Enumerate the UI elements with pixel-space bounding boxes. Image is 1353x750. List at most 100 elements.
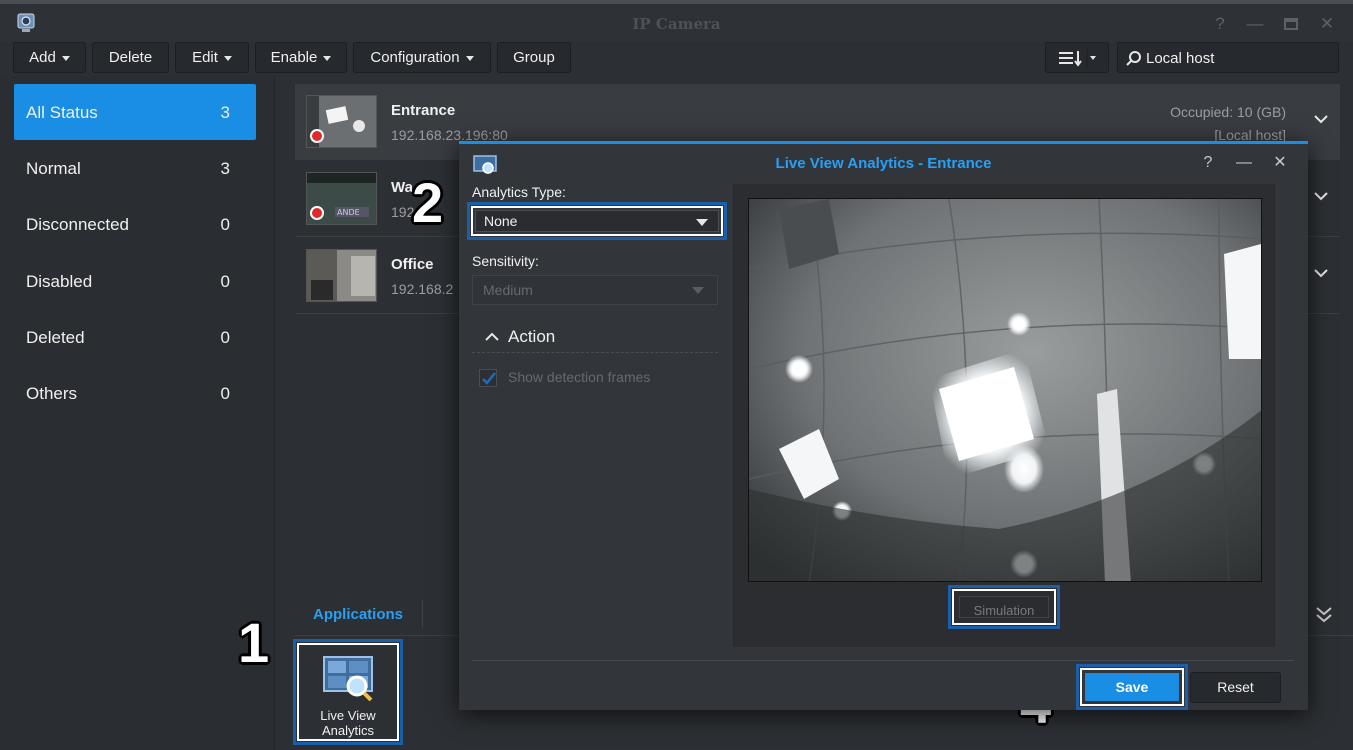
dropdown-arrow-icon (692, 287, 704, 294)
tab-applications[interactable]: Applications (313, 606, 403, 623)
office-snapshot-image (307, 250, 376, 301)
add-label: Add (29, 49, 56, 66)
dialog-title: Live View Analytics - Entrance (775, 155, 992, 172)
camera-name: Entrance (391, 102, 456, 119)
ceiling-camera-view (749, 199, 1261, 581)
sort-icon (1059, 49, 1096, 68)
status-sidebar: All Status 3 Normal 3 Disconnected 0 Dis… (0, 76, 274, 750)
analytics-type-value: None (475, 210, 719, 232)
group-label: Group (513, 49, 555, 66)
sidebar-item-count: 0 (220, 384, 230, 403)
app-tile-label-line2: Analytics (321, 723, 375, 738)
sidebar-item-normal[interactable]: Normal 3 (14, 140, 256, 196)
sidebar-item-label: Deleted (26, 328, 85, 347)
camera-thumbnail (306, 249, 377, 302)
live-view-analytics-app-tile[interactable]: Live View Analytics (293, 639, 403, 745)
dialog-divider (472, 660, 1294, 661)
chevron-down-icon[interactable] (1314, 266, 1328, 280)
camera-name: Wa (391, 179, 413, 196)
sensitivity-select[interactable]: Medium (472, 275, 718, 305)
analytics-type-label: Analytics Type: (472, 184, 566, 200)
live-preview-image (748, 198, 1262, 582)
sidebar-item-count: 3 (220, 103, 230, 122)
sensitivity-label: Sensitivity: (472, 253, 539, 269)
sidebar-item-deleted[interactable]: Deleted 0 (14, 309, 256, 365)
svg-text:ANDE: ANDE (337, 208, 360, 217)
sensitivity-value: Medium (472, 275, 718, 305)
maximize-icon[interactable] (1279, 12, 1303, 36)
chevron-down-icon[interactable] (1314, 189, 1328, 203)
title-bar: IP Camera ? — ✕ (0, 0, 1353, 42)
divider (422, 600, 423, 628)
edit-button[interactable]: Edit (175, 42, 249, 73)
edit-label: Edit (192, 49, 218, 66)
sidebar-item-count: 0 (220, 272, 230, 291)
camera-ip: 192.168.2 (391, 281, 454, 297)
step-marker-1: 1 (238, 611, 270, 674)
camera-storage: Occupied: 10 (GB) (1170, 104, 1286, 120)
chevron-down-icon[interactable] (1314, 112, 1328, 126)
close-icon[interactable]: ✕ (1315, 12, 1339, 36)
reset-button[interactable]: Reset (1190, 672, 1281, 703)
caret-down-icon (465, 55, 474, 61)
save-button[interactable]: Save (1076, 664, 1188, 710)
sidebar-item-count: 3 (220, 159, 230, 178)
minimize-icon[interactable]: — (1243, 12, 1267, 36)
dropdown-arrow-icon (696, 219, 708, 226)
camera-thumbnail (306, 95, 377, 148)
simulation-label: Simulation (959, 596, 1049, 618)
sidebar-item-count: 0 (220, 328, 230, 347)
camera-thumbnail: ANDE (306, 172, 377, 225)
camera-name: Office (391, 256, 434, 273)
caret-down-icon (61, 55, 70, 61)
app-tile-label-line1: Live View (320, 708, 376, 723)
step-marker-2: 2 (412, 171, 444, 234)
simulation-button[interactable]: Simulation (948, 585, 1060, 629)
caret-down-icon (323, 55, 332, 61)
delete-label: Delete (108, 49, 153, 66)
sidebar-item-all-status[interactable]: All Status 3 (14, 84, 256, 140)
sidebar-item-disconnected[interactable]: Disconnected 0 (14, 196, 256, 252)
action-section-header[interactable]: Action (472, 325, 718, 353)
configuration-button[interactable]: Configuration (353, 42, 491, 73)
search-icon (1126, 51, 1141, 66)
group-button[interactable]: Group (497, 42, 571, 73)
add-button[interactable]: Add (13, 42, 86, 73)
minimize-icon[interactable]: — (1233, 152, 1255, 174)
search-box[interactable] (1117, 42, 1339, 73)
live-view-analytics-icon (323, 656, 373, 702)
recording-indicator-icon (310, 129, 324, 143)
close-icon[interactable]: ✕ (1269, 152, 1291, 174)
sort-button[interactable] (1045, 42, 1109, 73)
app-tile-label: Live View Analytics (296, 708, 400, 738)
delete-button[interactable]: Delete (92, 42, 169, 73)
action-section-label: Action (508, 327, 556, 346)
double-chevron-down-icon[interactable] (1316, 606, 1332, 624)
camera-ip: 192 (391, 204, 415, 220)
sidebar-item-count: 0 (220, 215, 230, 234)
enable-label: Enable (270, 49, 318, 66)
help-icon[interactable]: ? (1197, 152, 1219, 174)
sidebar-item-label: Disconnected (26, 215, 130, 234)
sidebar-item-others[interactable]: Others 0 (14, 365, 256, 421)
checkmark-icon (482, 372, 496, 385)
show-detection-frames-checkbox[interactable] (479, 369, 497, 387)
window-title: IP Camera (632, 15, 721, 33)
preview-panel: Simulation (733, 184, 1275, 647)
recording-indicator-icon (310, 206, 324, 220)
show-detection-frames-label: Show detection frames (508, 369, 651, 385)
enable-button[interactable]: Enable (255, 42, 347, 73)
toolbar: Add Delete Edit Enable Configuration Gro… (0, 42, 1353, 76)
search-input[interactable] (1146, 47, 1332, 69)
caret-down-icon (223, 55, 232, 61)
sidebar-item-disabled[interactable]: Disabled 0 (14, 253, 256, 309)
sidebar-item-label: Others (26, 384, 78, 403)
sidebar-item-label: Normal (26, 159, 81, 178)
analytics-type-select[interactable]: None (467, 202, 727, 240)
live-view-analytics-dialog: Live View Analytics - Entrance ? — ✕ Ana… (459, 141, 1308, 710)
configuration-label: Configuration (370, 49, 460, 66)
save-label: Save (1085, 673, 1179, 701)
sidebar-item-label: Disabled (26, 272, 93, 291)
sidebar-item-label: All Status (26, 103, 98, 122)
help-icon[interactable]: ? (1208, 12, 1232, 36)
